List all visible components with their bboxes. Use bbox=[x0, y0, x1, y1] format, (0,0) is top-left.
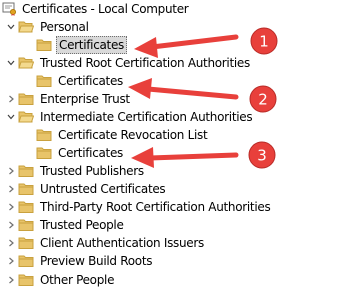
tree-node-label: Client Authentication Issuers bbox=[40, 236, 204, 250]
tree-node-personal[interactable]: Personal bbox=[4, 18, 91, 36]
tree-node-label: Other People bbox=[40, 273, 115, 287]
tree-node-label: Trusted Publishers bbox=[40, 164, 144, 178]
tree-node-label: Third-Party Root Certification Authoriti… bbox=[40, 200, 271, 214]
folder-icon bbox=[18, 182, 34, 196]
tree-node-trusted-people[interactable]: Trusted People bbox=[4, 216, 126, 234]
chevron-down-icon[interactable] bbox=[4, 108, 18, 126]
chevron-down-icon[interactable] bbox=[4, 54, 18, 72]
tree-node-label: Certificates bbox=[58, 146, 123, 160]
folder-icon bbox=[18, 254, 34, 268]
folder-icon bbox=[18, 273, 34, 287]
folder-icon bbox=[36, 146, 52, 160]
folder-open-icon bbox=[18, 56, 34, 70]
tree-node-label: Preview Build Roots bbox=[40, 254, 153, 268]
tree-node-label: Intermediate Certification Authorities bbox=[40, 110, 253, 124]
folder-open-icon bbox=[18, 20, 34, 34]
tree-node-trusted-root[interactable]: Trusted Root Certification Authorities bbox=[4, 54, 252, 72]
chevron-right-icon[interactable] bbox=[4, 90, 18, 108]
tree-node-label: Personal bbox=[40, 20, 89, 34]
folder-icon bbox=[18, 164, 34, 178]
tree-node-untrusted[interactable]: Untrusted Certificates bbox=[4, 180, 167, 198]
folder-icon bbox=[18, 218, 34, 232]
chevron-right-icon[interactable] bbox=[4, 180, 18, 198]
tree-node-trusted-publishers[interactable]: Trusted Publishers bbox=[4, 162, 146, 180]
tree-node-third-party-root[interactable]: Third-Party Root Certification Authoriti… bbox=[4, 198, 272, 216]
chevron-right-icon[interactable] bbox=[4, 234, 18, 252]
certificate-store-icon bbox=[2, 2, 18, 16]
tree-node-trusted-root-certificates[interactable]: Certificates bbox=[36, 72, 125, 90]
chevron-right-icon[interactable] bbox=[4, 252, 18, 270]
folder-icon bbox=[18, 200, 34, 214]
chevron-right-icon[interactable] bbox=[4, 216, 18, 234]
tree-node-label: Enterprise Trust bbox=[40, 92, 130, 106]
tree-node-intermediate[interactable]: Intermediate Certification Authorities bbox=[4, 108, 254, 126]
chevron-down-icon[interactable] bbox=[4, 18, 18, 36]
tree-node-personal-certificates[interactable]: Certificates bbox=[36, 36, 127, 54]
tree-node-crl[interactable]: Certificate Revocation List bbox=[36, 126, 209, 144]
tree-node-label: Certificate Revocation List bbox=[58, 128, 208, 142]
certificate-tree: Certificates - Local Computer Personal C… bbox=[0, 0, 351, 287]
tree-root-label: Certificates - Local Computer bbox=[22, 2, 189, 16]
tree-node-label: Certificates bbox=[58, 74, 123, 88]
tree-node-label: Trusted People bbox=[40, 218, 124, 232]
folder-icon bbox=[18, 92, 34, 106]
folder-icon bbox=[18, 236, 34, 250]
tree-node-preview-build-roots[interactable]: Preview Build Roots bbox=[4, 252, 154, 270]
tree-node-label: Trusted Root Certification Authorities bbox=[40, 56, 250, 70]
folder-icon bbox=[36, 128, 52, 142]
folder-icon bbox=[36, 38, 52, 52]
folder-icon bbox=[36, 74, 52, 88]
tree-node-label: Untrusted Certificates bbox=[40, 182, 166, 196]
chevron-right-icon[interactable] bbox=[4, 162, 18, 180]
tree-node-enterprise-trust[interactable]: Enterprise Trust bbox=[4, 90, 132, 108]
chevron-right-icon[interactable] bbox=[4, 271, 18, 289]
tree-node-other-people[interactable]: Other People bbox=[4, 271, 116, 289]
tree-node-label: Certificates bbox=[56, 36, 127, 54]
tree-node-client-auth-issuers[interactable]: Client Authentication Issuers bbox=[4, 234, 206, 252]
folder-open-icon bbox=[18, 110, 34, 124]
chevron-right-icon[interactable] bbox=[4, 198, 18, 216]
tree-root[interactable]: Certificates - Local Computer bbox=[2, 0, 189, 18]
tree-node-intermediate-certificates[interactable]: Certificates bbox=[36, 144, 125, 162]
